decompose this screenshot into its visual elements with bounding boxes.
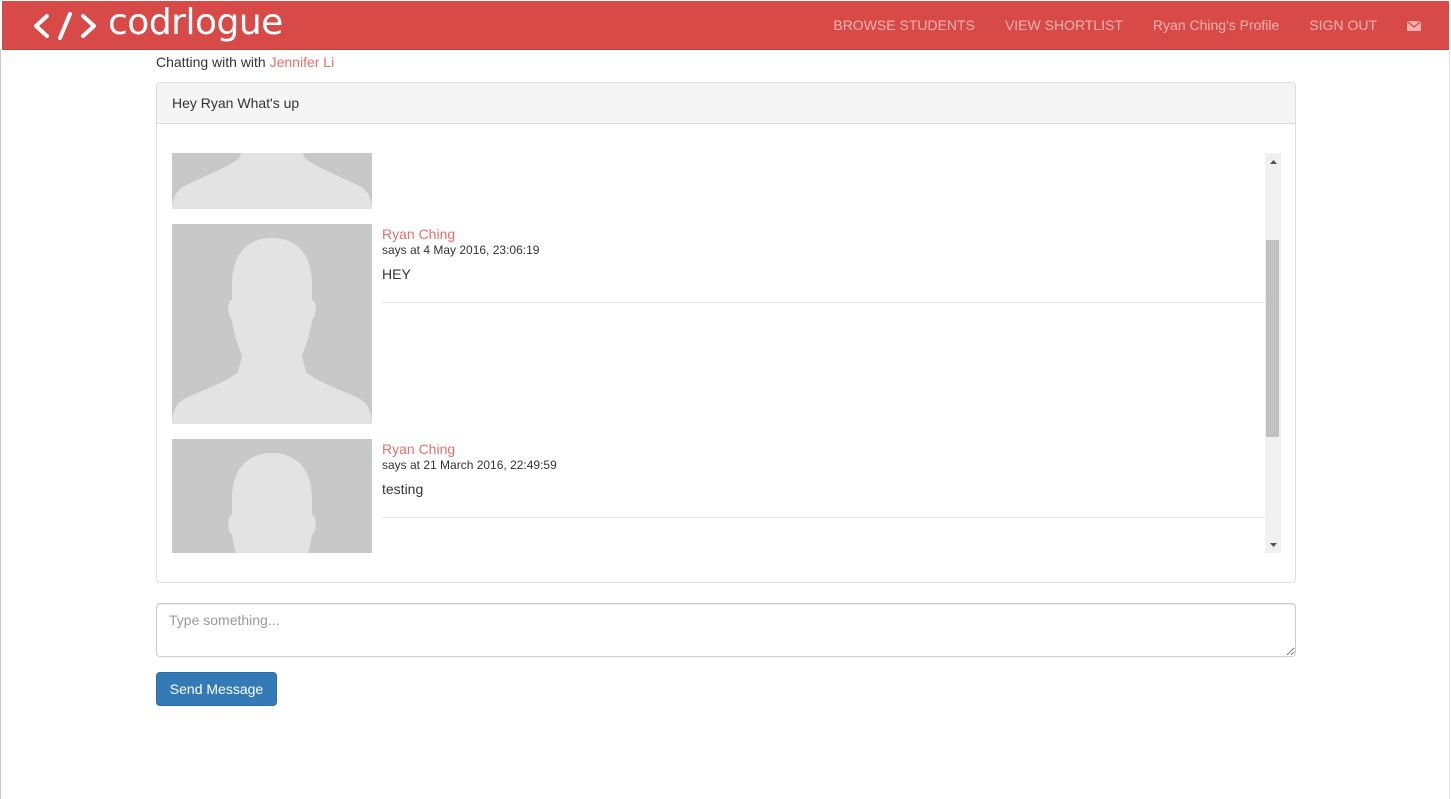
brand-name: codrlogue [108,2,283,43]
scroll-down-arrow-icon [1269,542,1277,547]
chat-partner-link[interactable]: Jennifer Li [270,54,335,70]
message-list[interactable]: Ryan Ching says at 4 May 2016, 23:06:19 … [172,153,1280,553]
page-frame-right [1449,50,1450,799]
message-timestamp: says at 4 May 2016, 23:06:19 [382,243,540,257]
message-divider [382,302,1265,303]
nav-view-shortlist[interactable]: VIEW SHORTLIST [990,1,1138,50]
message-body: Ryan Ching says at 4 May 2016, 23:06:19 … [382,224,1265,303]
chat-with-prefix: Chatting with with [156,54,266,70]
chat-panel: Hey Ryan What's up Ryan Ching says at 4 [156,82,1296,583]
code-brackets-icon [34,12,96,40]
default-user-avatar [172,439,372,553]
top-navbar: codrlogue BROWSE STUDENTS VIEW SHORTLIST… [2,1,1449,50]
message-divider [382,517,1265,518]
message-body: Ryan Ching says at 21 March 2016, 22:49:… [382,439,1265,518]
message-text: testing [382,481,424,497]
avatar [172,439,372,553]
avatar [172,224,372,424]
nav-profile[interactable]: Ryan Ching's Profile [1138,1,1294,50]
message-timestamp: says at 21 March 2016, 22:49:59 [382,458,557,472]
send-message-button[interactable]: Send Message [156,672,277,706]
message-author[interactable]: Ryan Ching [382,439,1265,459]
envelope-icon [1407,20,1421,31]
nav-sign-out[interactable]: SIGN OUT [1294,1,1392,50]
nav-browse-students[interactable]: BROWSE STUDENTS [818,1,990,50]
chat-partner-line: Chatting with with Jennifer Li [156,54,334,70]
nav-links: BROWSE STUDENTS VIEW SHORTLIST Ryan Chin… [818,1,1449,50]
default-user-avatar [172,224,372,424]
default-user-avatar [172,153,372,209]
nav-messages[interactable] [1392,1,1449,50]
message-text: HEY [382,266,411,282]
chat-subject: Hey Ryan What's up [157,83,1295,124]
message-author[interactable]: Ryan Ching [382,224,1265,244]
avatar [172,153,372,209]
scroll-down-button[interactable] [1265,536,1281,553]
page-frame-left [0,50,1,799]
scrollbar-thumb[interactable] [1266,240,1279,437]
scroll-up-arrow-icon [1269,159,1277,164]
message-input[interactable] [156,603,1296,657]
message-list-scrollbar[interactable] [1265,153,1281,553]
brand-logo[interactable]: codrlogue [32,2,283,46]
scroll-up-button[interactable] [1265,153,1281,170]
